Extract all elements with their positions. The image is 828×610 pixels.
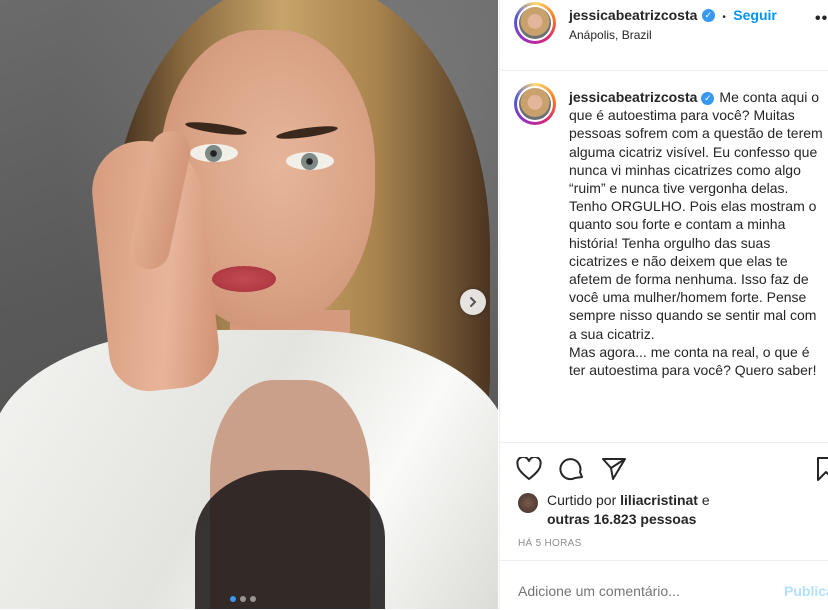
- post-header: jessicabeatrizcosta ✓ • Seguir Anápolis,…: [500, 0, 828, 71]
- paper-plane-icon: [602, 458, 626, 480]
- carousel-next-button[interactable]: [460, 289, 486, 315]
- header-title-row: jessicabeatrizcosta ✓ • Seguir: [569, 7, 777, 25]
- liker-avatar[interactable]: [518, 493, 538, 513]
- comment-bar: Publicar: [500, 560, 828, 610]
- post-photo[interactable]: [0, 0, 498, 609]
- photo-left-eye: [190, 144, 238, 162]
- photo-right-eye: [286, 152, 334, 170]
- separator-dot: •: [722, 12, 726, 23]
- liker-username[interactable]: liliacristinat: [620, 492, 698, 508]
- likes-summary: Curtido por liliacristinat e outras 16.8…: [518, 491, 727, 529]
- caption-username[interactable]: jessicabeatrizcosta: [569, 89, 697, 105]
- verified-badge-icon: ✓: [701, 91, 715, 105]
- post-caption: jessicabeatrizcosta ✓ Me conta aqui o que …: [569, 88, 824, 379]
- comment-icon: [559, 458, 583, 481]
- heart-icon: [516, 457, 542, 481]
- author-avatar[interactable]: [514, 2, 556, 44]
- post-location[interactable]: Anápolis, Brazil: [569, 28, 652, 42]
- carousel-dot-active: [230, 596, 236, 602]
- likes-others[interactable]: outras 16.823 pessoas: [547, 511, 696, 527]
- author-username[interactable]: jessicabeatrizcosta: [569, 7, 697, 23]
- photo-lips: [212, 266, 276, 292]
- publish-button[interactable]: Publicar: [784, 583, 828, 599]
- carousel-indicator: [230, 596, 256, 602]
- comment-button[interactable]: [558, 455, 586, 483]
- photo-bra: [195, 470, 385, 609]
- caption-author-avatar[interactable]: [514, 83, 556, 125]
- chevron-right-icon: [470, 297, 477, 307]
- carousel-dot: [250, 596, 256, 602]
- comment-input[interactable]: [518, 583, 748, 599]
- carousel-dot: [240, 596, 246, 602]
- post-side-panel: jessicabeatrizcosta ✓ • Seguir Anápolis,…: [499, 0, 828, 609]
- save-button[interactable]: [812, 455, 828, 483]
- post-timestamp[interactable]: HÁ 5 HORAS: [518, 538, 582, 549]
- likes-conjunction: e: [701, 492, 710, 508]
- verified-badge-icon: ✓: [701, 9, 715, 23]
- follow-button[interactable]: Seguir: [733, 7, 777, 23]
- caption-text: Me conta aqui o que é autoestima para vo…: [569, 89, 823, 379]
- likes-prefix: Curtido por: [547, 492, 617, 508]
- like-button[interactable]: [515, 455, 543, 483]
- bookmark-icon: [817, 457, 828, 481]
- more-options-icon[interactable]: •••: [815, 10, 828, 28]
- share-button[interactable]: [600, 455, 628, 483]
